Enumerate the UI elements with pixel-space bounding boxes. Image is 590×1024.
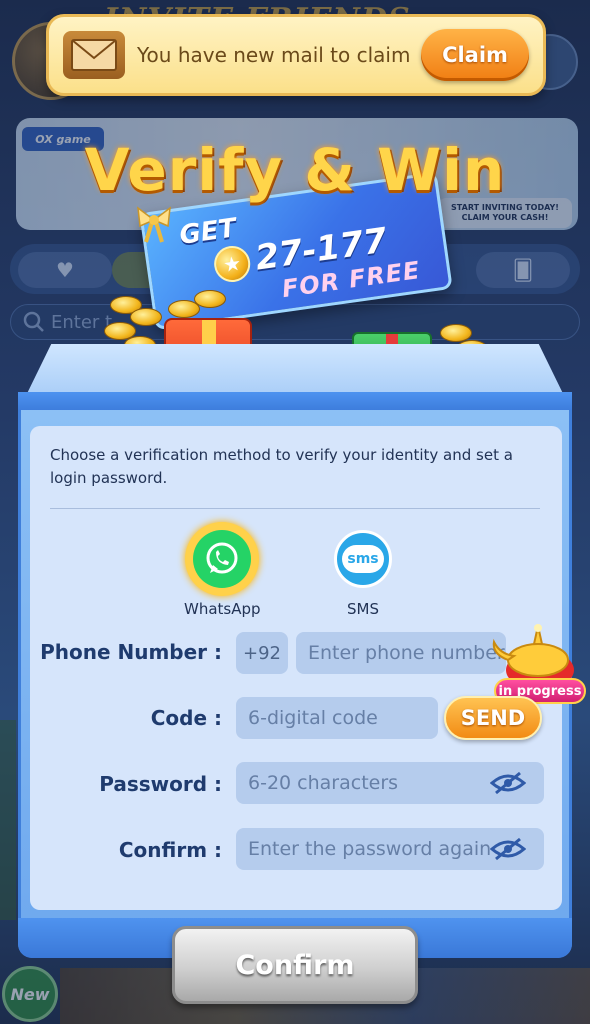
method-whatsapp[interactable]: WhatsApp <box>184 522 261 618</box>
banner-cta-line2: CLAIM YOUR CASH! <box>461 213 549 222</box>
phone-number-placeholder: Enter phone number <box>308 642 505 664</box>
promo-title: Verify & Win <box>84 136 506 204</box>
code-placeholder: 6-digital code <box>248 707 378 729</box>
side-strip <box>0 720 16 920</box>
search-placeholder: Enter t <box>51 311 113 333</box>
verification-instructions: Choose a verification method to verify y… <box>50 446 513 487</box>
confirm-password-label: Confirm : <box>118 838 222 862</box>
new-badge[interactable]: New <box>2 966 58 1022</box>
confirm-button[interactable]: Confirm <box>172 926 418 1004</box>
divider <box>50 508 540 509</box>
method-sms[interactable]: sms SMS <box>334 530 392 618</box>
method-label-whatsapp: WhatsApp <box>184 600 261 618</box>
coin-icon: ★ <box>211 243 253 285</box>
confirm-password-placeholder: Enter the password again <box>248 838 492 860</box>
code-input[interactable]: 6-digital code <box>236 697 438 739</box>
phone-number-label: Phone Number : <box>40 640 222 664</box>
method-label-sms: SMS <box>347 600 379 618</box>
mail-notification: You have new mail to claim Claim <box>46 14 546 96</box>
hide-confirm-password-icon[interactable] <box>490 837 526 861</box>
country-code-selector[interactable]: +92 <box>236 632 288 674</box>
whatsapp-icon <box>193 530 252 588</box>
hide-password-icon[interactable] <box>490 771 526 795</box>
send-code-button[interactable]: SEND <box>444 696 542 740</box>
ribbon-bow-icon <box>137 206 171 243</box>
sms-icon: sms <box>334 530 392 588</box>
code-label: Code : <box>150 706 222 730</box>
banner-cta-line1: START INVITING TODAY! <box>451 203 559 212</box>
password-label: Password : <box>99 772 222 796</box>
selected-ring <box>185 522 260 596</box>
search-icon <box>23 311 44 332</box>
password-placeholder: 6-20 characters <box>248 772 399 794</box>
mail-message: You have new mail to claim <box>137 43 411 67</box>
claim-button[interactable]: Claim <box>421 29 529 81</box>
phone-number-input[interactable]: Enter phone number <box>296 632 506 674</box>
cards-tab-icon[interactable]: 🂠 <box>476 252 570 288</box>
mail-envelope-icon <box>63 31 125 79</box>
favorites-tab-icon[interactable]: ♥ <box>18 252 112 288</box>
sms-bubble: sms <box>342 545 384 573</box>
